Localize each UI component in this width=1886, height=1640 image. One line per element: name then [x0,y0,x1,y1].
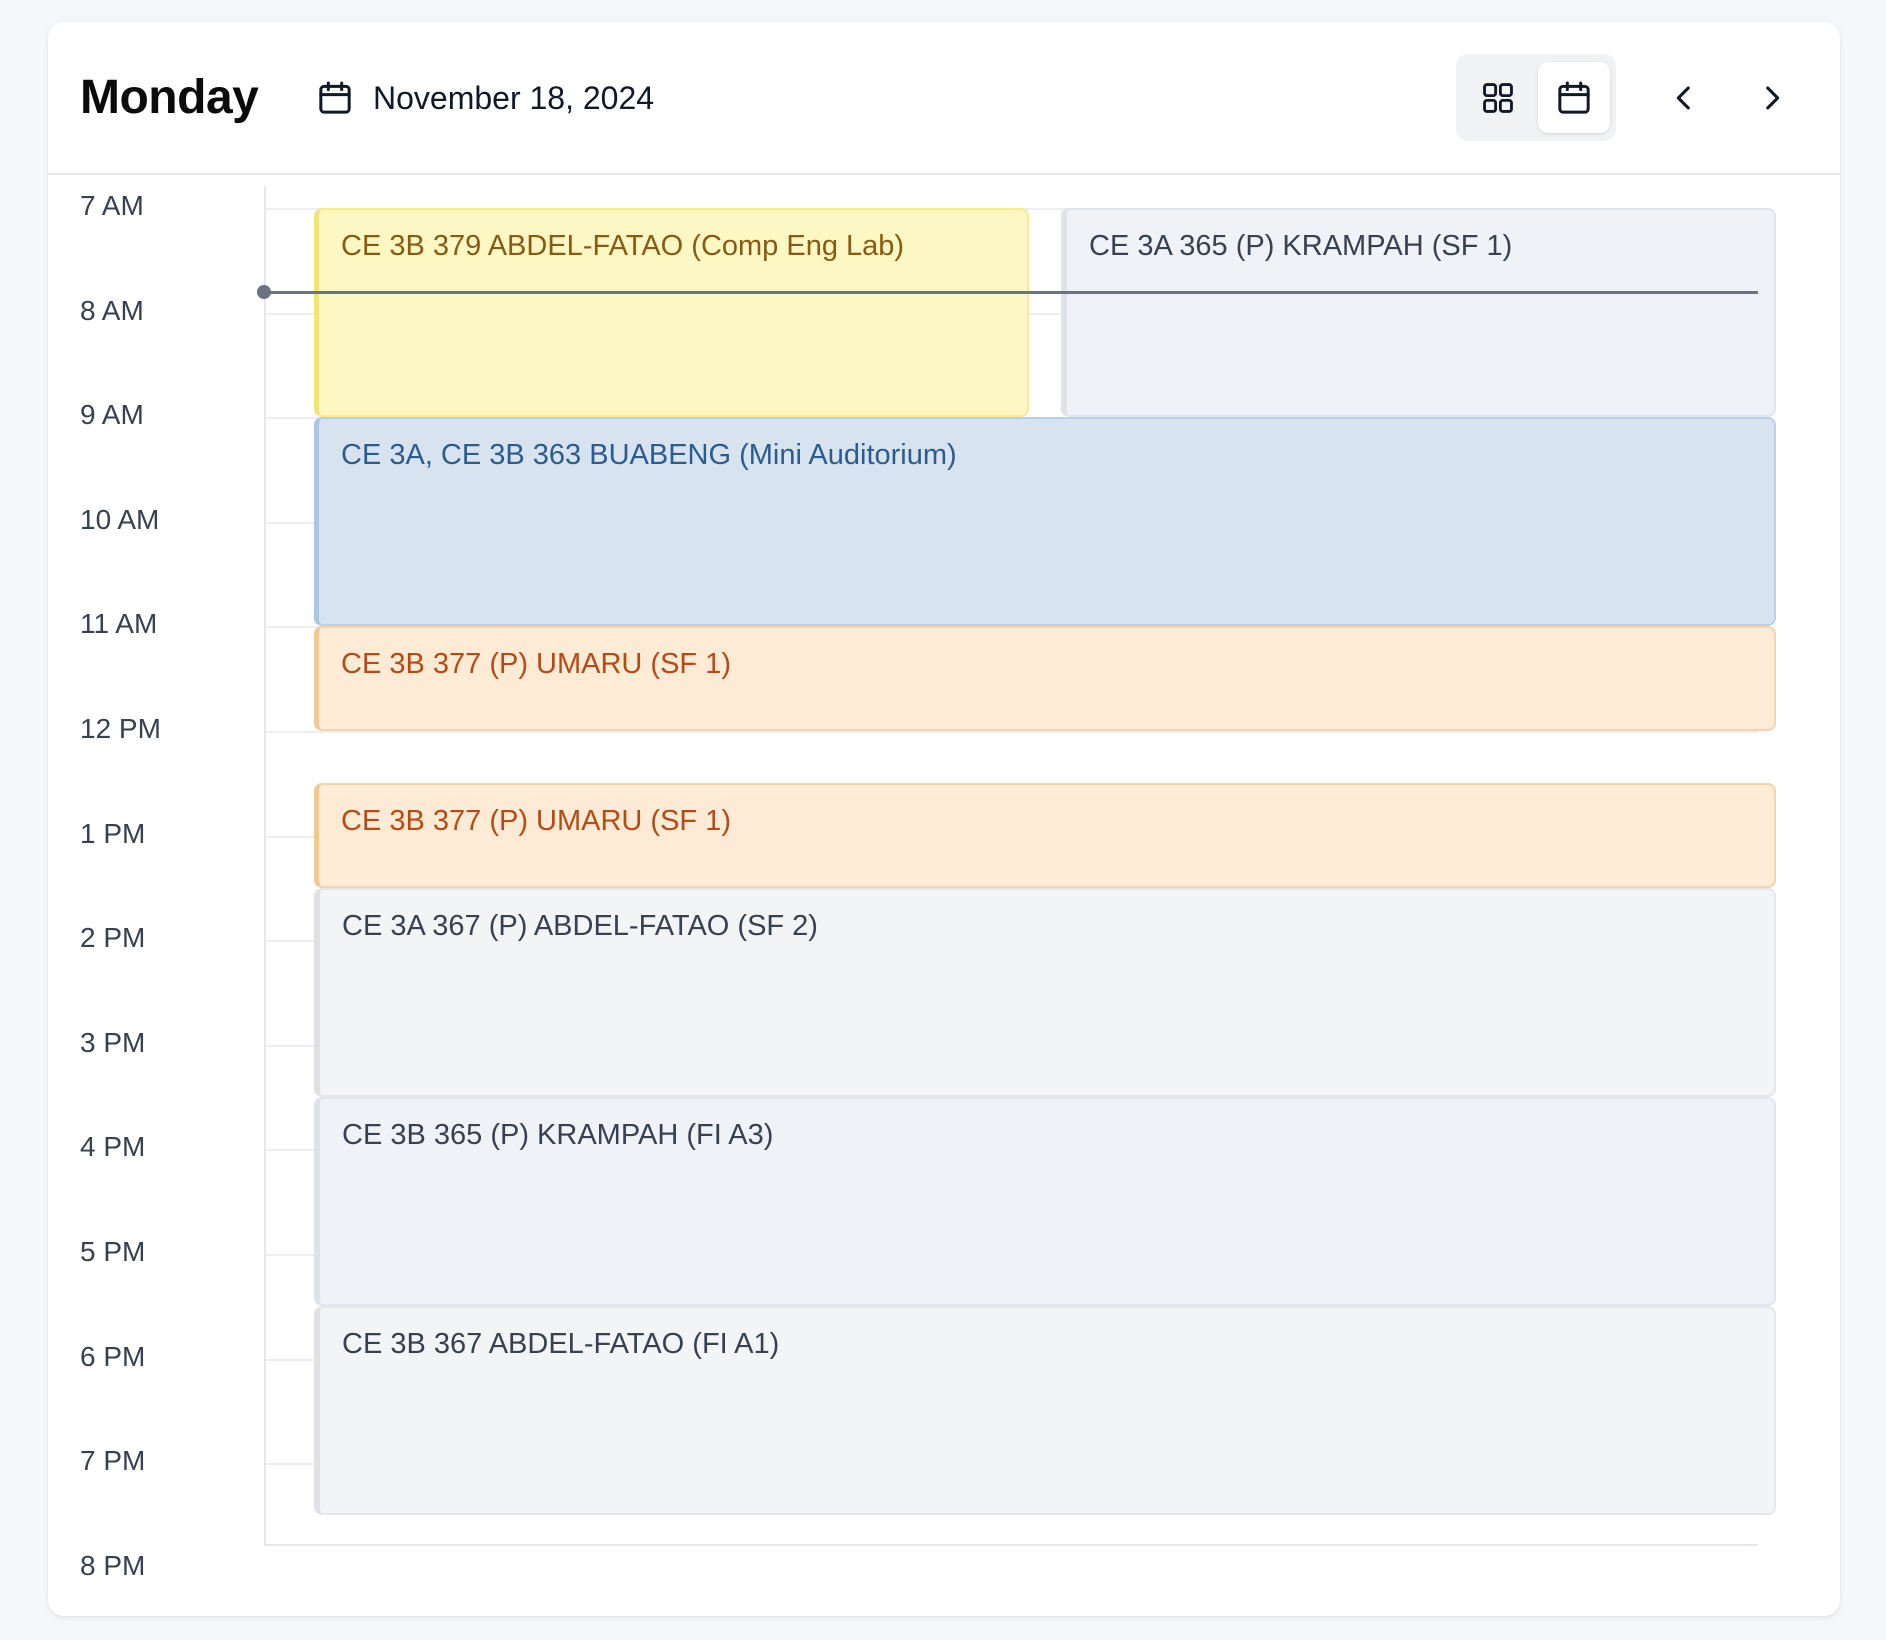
time-label: 5 PM [80,1236,146,1267]
view-toggle [1456,54,1616,141]
event-title: CE 3B 367 ABDEL-FATAO (FI A1) [342,1328,780,1360]
calendar-view-button[interactable] [1538,62,1610,133]
event-block[interactable]: CE 3A 365 (P) KRAMPAH (SF 1) [1061,208,1776,417]
time-label: 9 AM [80,399,144,430]
event-block[interactable]: CE 3B 377 (P) UMARU (SF 1) [314,783,1776,888]
event-title: CE 3B 377 (P) UMARU (SF 1) [341,648,731,680]
time-label: 7 AM [80,190,144,221]
time-label: 8 AM [80,295,144,326]
time-label: 4 PM [80,1131,146,1162]
event-title: CE 3A 365 (P) KRAMPAH (SF 1) [1089,230,1513,262]
time-label: 6 PM [80,1341,146,1372]
previous-day-button[interactable] [1660,74,1708,122]
event-block[interactable]: CE 3A 367 (P) ABDEL-FATAO (SF 2) [314,888,1776,1097]
event-block[interactable]: CE 3B 379 ABDEL-FATAO (Comp Eng Lab) [314,208,1029,417]
event-title: CE 3B 379 ABDEL-FATAO (Comp Eng Lab) [341,230,905,262]
current-time-line [264,291,1758,294]
grid-view-icon [1483,82,1513,113]
hour-gridline [266,731,1758,733]
calendar-header: Monday November 18, 2024 [48,22,1840,175]
time-label: 10 AM [80,504,160,535]
time-label: 8 PM [80,1550,146,1581]
next-day-button[interactable] [1748,74,1796,122]
event-block[interactable]: CE 3A, CE 3B 363 BUABENG (Mini Auditoriu… [314,417,1776,626]
chevron-left-icon [1676,86,1690,110]
day-title: Monday [80,71,259,124]
time-label: 3 PM [80,1027,146,1058]
time-label: 12 PM [80,713,161,744]
event-title: CE 3A 367 (P) ABDEL-FATAO (SF 2) [342,910,818,942]
time-label: 1 PM [80,818,146,849]
event-title: CE 3B 377 (P) UMARU (SF 1) [341,805,731,837]
event-block[interactable]: CE 3B 365 (P) KRAMPAH (FI A3) [314,1097,1776,1306]
event-title: CE 3B 365 (P) KRAMPAH (FI A3) [342,1119,774,1151]
date-label: November 18, 2024 [373,80,655,116]
event-block[interactable]: CE 3B 377 (P) UMARU (SF 1) [314,626,1776,731]
time-label: 7 PM [80,1445,146,1476]
event-block[interactable]: CE 3B 367 ABDEL-FATAO (FI A1) [314,1306,1776,1515]
time-label: 11 AM [80,608,158,639]
chevron-right-icon [1766,86,1780,110]
current-time-dot [257,285,271,299]
calendar-view-icon [1558,81,1590,114]
event-title: CE 3A, CE 3B 363 BUABENG (Mini Auditoriu… [341,439,957,471]
grid-view-button[interactable] [1462,62,1534,133]
calendar-icon [319,81,351,114]
time-label: 2 PM [80,922,146,953]
